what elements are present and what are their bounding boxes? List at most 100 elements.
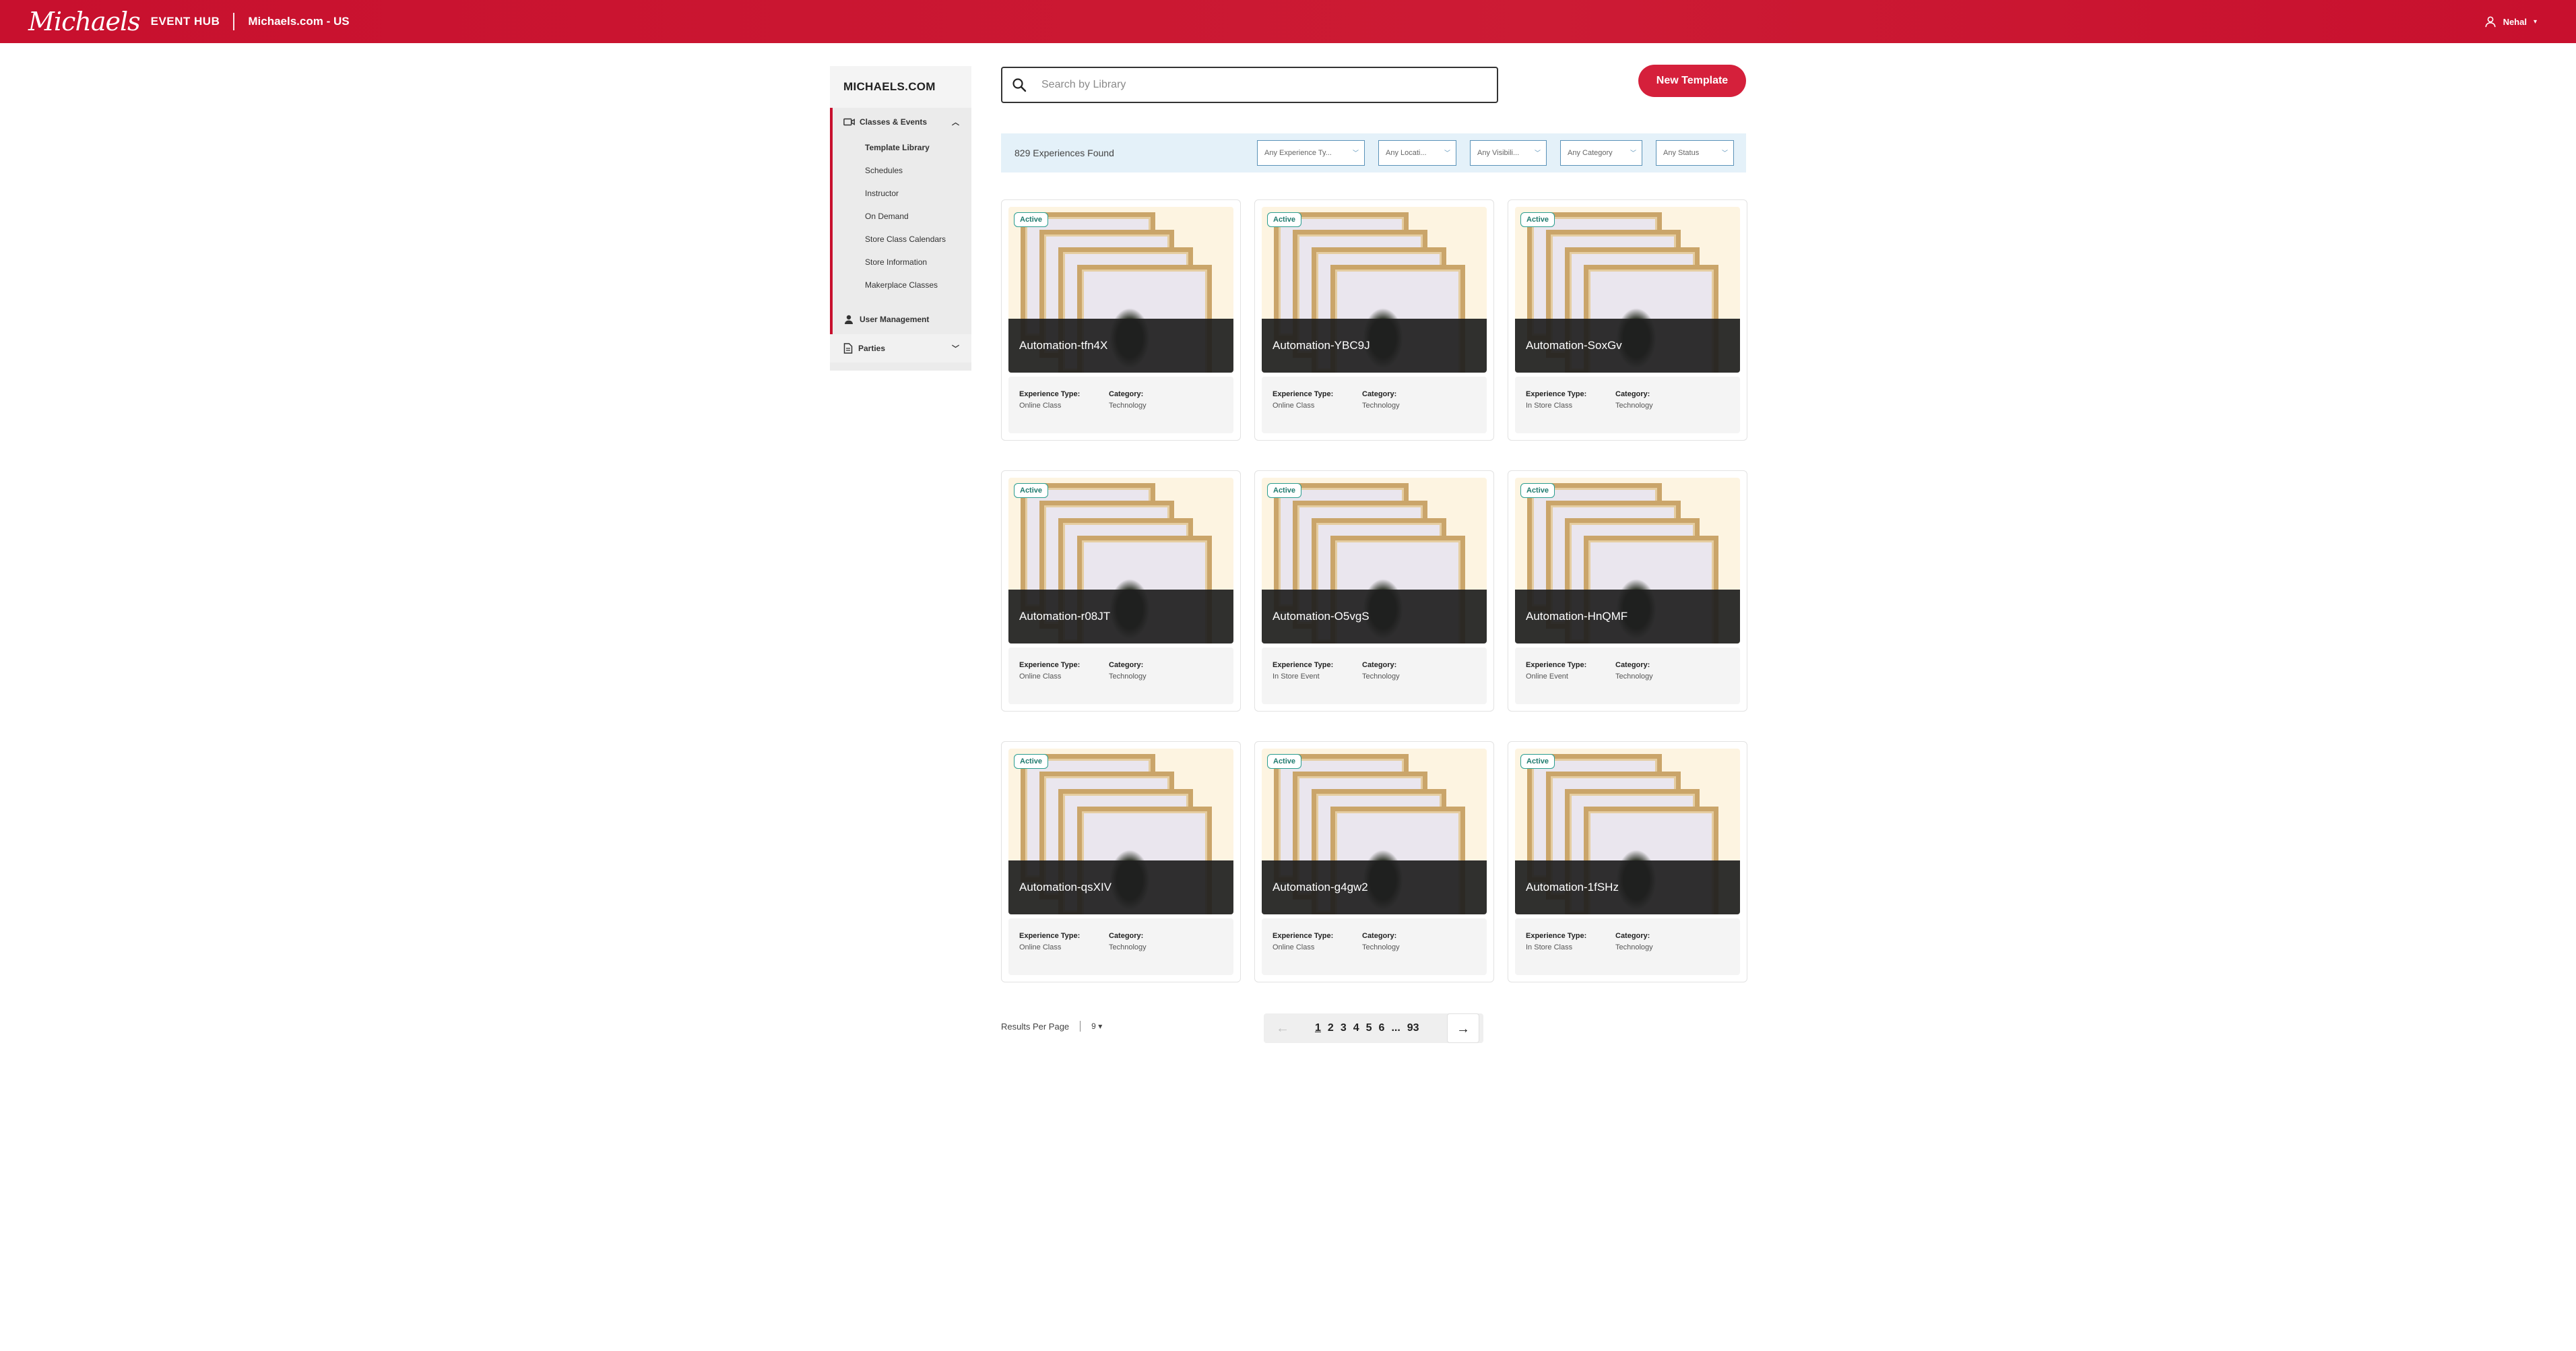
- header-divider: [233, 13, 235, 30]
- experience-type-value: Online Class: [1019, 672, 1062, 681]
- sidebar-item-label: Parties: [858, 344, 886, 353]
- experience-type-label: Experience Type:: [1526, 661, 1587, 669]
- template-card[interactable]: Active Automation-1fSHz Experience Type: In…: [1508, 741, 1747, 982]
- template-card[interactable]: Active Automation-qsXIV Experience Type: On…: [1001, 741, 1241, 982]
- page-number[interactable]: 6: [1379, 1022, 1385, 1034]
- experience-type: Experience Type: Online Class: [1019, 661, 1080, 681]
- chevron-down-icon: ﹀: [1630, 150, 1636, 156]
- experience-type-label: Experience Type:: [1019, 932, 1081, 940]
- sidebar-item-store-class-calendars[interactable]: Store Class Calendars: [830, 228, 971, 251]
- experience-type: Experience Type: In Store Class: [1526, 390, 1586, 410]
- template-card[interactable]: Active Automation-O5vgS Experience Type: In…: [1254, 470, 1494, 712]
- site-selector[interactable]: Michaels.com - US: [248, 15, 349, 28]
- template-card[interactable]: Active Automation-SoxGv Experience Type: In…: [1508, 199, 1747, 441]
- page-number[interactable]: 1: [1315, 1022, 1321, 1034]
- sidebar-group-label: Classes & Events: [860, 117, 928, 127]
- filter-visibility[interactable]: Any Visibili... ﹀: [1470, 140, 1547, 166]
- template-title[interactable]: Automation-r08JT: [1008, 590, 1233, 643]
- sidebar-item-store-information[interactable]: Store Information: [830, 251, 971, 274]
- template-thumbnail: Active Automation-O5vgS: [1262, 478, 1487, 643]
- page-number[interactable]: 5: [1366, 1022, 1372, 1034]
- template-title[interactable]: Automation-1fSHz: [1515, 860, 1740, 914]
- chevron-down-icon[interactable]: ﹀: [952, 343, 959, 354]
- experience-type-value: Online Class: [1019, 402, 1062, 410]
- template-title[interactable]: Automation-O5vgS: [1262, 590, 1487, 643]
- experience-type: Experience Type: Online Class: [1273, 932, 1333, 951]
- template-meta: Experience Type: Online Class Category: Tec…: [1262, 377, 1487, 433]
- template-meta: Experience Type: In Store Class Category: T…: [1515, 918, 1740, 975]
- template-card[interactable]: Active Automation-g4gw2 Experience Type: On…: [1254, 741, 1494, 982]
- experience-type-value: Online Class: [1273, 943, 1315, 951]
- search-input[interactable]: [1041, 79, 1473, 91]
- arrow-right-icon[interactable]: →: [1447, 1013, 1479, 1043]
- category-label: Category:: [1109, 390, 1144, 398]
- template-meta: Experience Type: Online Class Category: Tec…: [1008, 648, 1233, 704]
- template-thumbnail: Active Automation-YBC9J: [1262, 207, 1487, 373]
- category-value: Technology: [1615, 943, 1653, 951]
- event-hub-label: EVENT HUB: [150, 15, 220, 28]
- category-value: Technology: [1615, 672, 1653, 681]
- category-label: Category:: [1109, 932, 1144, 940]
- sidebar-item-instructor[interactable]: Instructor: [830, 182, 971, 205]
- template-card[interactable]: Active Automation-tfn4X Experience Type: On…: [1001, 199, 1241, 441]
- chevron-down-icon: ▾: [1098, 1022, 1103, 1031]
- category: Category: Technology: [1109, 390, 1147, 410]
- template-card[interactable]: Active Automation-YBC9J Experience Type: On…: [1254, 199, 1494, 441]
- new-template-button[interactable]: New Template: [1638, 65, 1746, 97]
- experience-type-value: Online Class: [1273, 402, 1315, 410]
- experience-type: Experience Type: Online Class: [1019, 390, 1080, 410]
- experience-type-value: In Store Class: [1526, 943, 1573, 951]
- template-meta: Experience Type: Online Class Category: Tec…: [1262, 918, 1487, 975]
- template-meta: Experience Type: In Store Class Category: T…: [1515, 377, 1740, 433]
- status-badge: Active: [1267, 483, 1302, 498]
- chevron-down-icon: ▾: [2533, 18, 2537, 26]
- sidebar-item-template-library[interactable]: Template Library: [830, 136, 971, 159]
- experience-type-label: Experience Type:: [1273, 390, 1334, 398]
- status-badge: Active: [1014, 212, 1049, 227]
- page-number[interactable]: 2: [1328, 1022, 1334, 1034]
- category-value: Technology: [1109, 402, 1147, 410]
- category-label: Category:: [1615, 390, 1650, 398]
- filter-status[interactable]: Any Status ﹀: [1656, 140, 1734, 166]
- results-per-page-value: 9: [1091, 1022, 1096, 1031]
- filter-experience-type[interactable]: Any Experience Ty... ﹀: [1257, 140, 1365, 166]
- filter-location[interactable]: Any Locati... ﹀: [1378, 140, 1456, 166]
- sidebar-group-header[interactable]: Classes & Events ︿: [830, 108, 971, 136]
- chevron-down-icon: ﹀: [1352, 150, 1359, 156]
- status-badge: Active: [1520, 483, 1555, 498]
- template-thumbnail: Active Automation-r08JT: [1008, 478, 1233, 643]
- search-icon: [1012, 78, 1027, 92]
- template-title[interactable]: Automation-tfn4X: [1008, 319, 1233, 373]
- page-number[interactable]: 4: [1353, 1022, 1359, 1034]
- sidebar-item-user-management[interactable]: User Management: [830, 305, 971, 334]
- top-navigation-bar: Michaels EVENT HUB Michaels.com - US Neh…: [0, 0, 2576, 43]
- sidebar-group-parties[interactable]: Parties ﹀: [830, 334, 971, 363]
- template-meta: Experience Type: Online Class Category: Tec…: [1008, 377, 1233, 433]
- status-badge: Active: [1520, 754, 1555, 769]
- experience-type: Experience Type: In Store Class: [1526, 932, 1586, 951]
- arrow-left-icon[interactable]: ←: [1269, 1021, 1296, 1036]
- template-title[interactable]: Automation-YBC9J: [1262, 319, 1487, 373]
- michaels-logo[interactable]: Michaels: [28, 7, 141, 36]
- template-card[interactable]: Active Automation-r08JT Experience Type: On…: [1001, 470, 1241, 712]
- results-count: 829 Experiences Found: [1015, 148, 1114, 158]
- results-per-page-select[interactable]: 9 ▾: [1091, 1022, 1102, 1031]
- filter-category[interactable]: Any Category ﹀: [1560, 140, 1642, 166]
- experience-type-label: Experience Type:: [1526, 390, 1587, 398]
- chevron-up-icon[interactable]: ︿: [952, 117, 959, 127]
- page-number[interactable]: 93: [1407, 1022, 1419, 1034]
- template-title[interactable]: Automation-SoxGv: [1515, 319, 1740, 373]
- sidebar-item-makerplace-classes[interactable]: Makerplace Classes: [830, 274, 971, 296]
- template-title[interactable]: Automation-g4gw2: [1262, 860, 1487, 914]
- sidebar-item-label: User Management: [860, 315, 930, 324]
- user-menu[interactable]: Nehal ▾: [2484, 0, 2537, 43]
- template-card[interactable]: Active Automation-HnQMF Experience Type: On…: [1508, 470, 1747, 712]
- experience-type: Experience Type: Online Class: [1273, 390, 1333, 410]
- template-title[interactable]: Automation-qsXIV: [1008, 860, 1233, 914]
- sidebar-item-on-demand[interactable]: On Demand: [830, 205, 971, 228]
- sidebar-item-schedules[interactable]: Schedules: [830, 159, 971, 182]
- page-number[interactable]: 3: [1341, 1022, 1347, 1034]
- template-title[interactable]: Automation-HnQMF: [1515, 590, 1740, 643]
- experience-type-label: Experience Type:: [1526, 932, 1587, 940]
- status-badge: Active: [1014, 483, 1049, 498]
